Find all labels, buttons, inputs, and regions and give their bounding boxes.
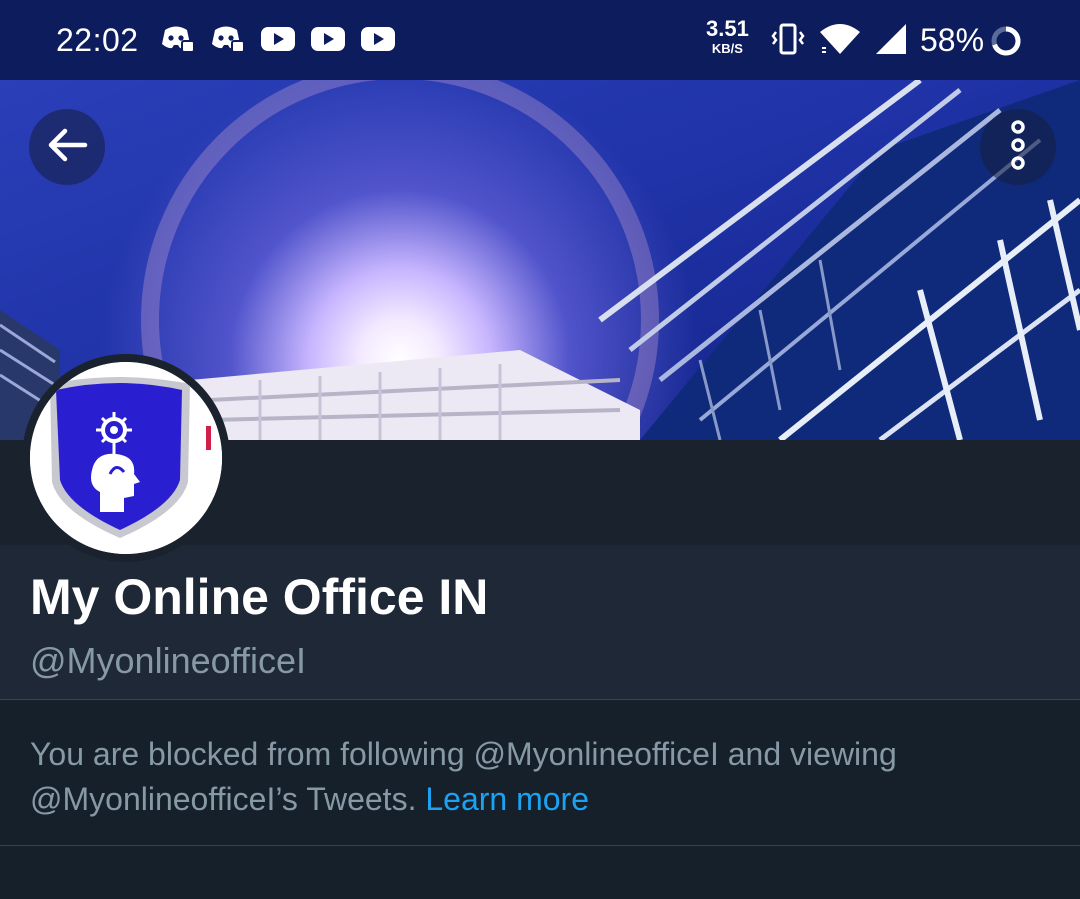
youtube-icon xyxy=(260,24,296,54)
blocked-notice-line1: You are blocked from following @Myonline… xyxy=(30,736,897,772)
youtube-icon xyxy=(310,24,346,54)
blocked-notice-line2: @MyonlineofficeI’s Tweets. Learn more xyxy=(30,777,1040,822)
youtube-icon xyxy=(360,24,396,54)
blocked-notice: You are blocked from following @Myonline… xyxy=(30,732,1040,822)
discord-icon xyxy=(210,24,246,54)
shield-head-flower-logo xyxy=(30,362,222,554)
vibrate-icon xyxy=(770,22,806,61)
network-speed-unit: KB/S xyxy=(711,41,743,56)
profile-avatar[interactable] xyxy=(22,354,230,562)
discord-icon xyxy=(160,24,196,54)
cell-signal-icon xyxy=(874,22,908,61)
battery-ring-icon xyxy=(990,25,1022,57)
system-icons xyxy=(770,22,908,61)
network-speed: 3.51 KB/S xyxy=(706,16,749,56)
avatar-image xyxy=(30,362,222,554)
status-bar: 22:02 3.51 KB/S 58% xyxy=(0,0,1080,80)
profile-handle: @MyonlineofficeI xyxy=(30,640,307,681)
back-button[interactable] xyxy=(29,109,105,185)
profile-display-name: My Online Office IN xyxy=(30,569,489,625)
more-options-button[interactable] xyxy=(980,109,1056,185)
more-vertical-icon xyxy=(1008,119,1028,176)
network-speed-value: 3.51 xyxy=(706,16,749,41)
notification-icons xyxy=(160,24,396,54)
battery-percent: 58% xyxy=(920,22,985,58)
status-time: 22:02 xyxy=(56,22,139,58)
arrow-left-icon xyxy=(45,123,89,172)
blocked-notice-line2-text: @MyonlineofficeI’s Tweets. xyxy=(30,781,426,817)
learn-more-link[interactable]: Learn more xyxy=(425,781,589,817)
wifi-icon xyxy=(818,22,862,61)
